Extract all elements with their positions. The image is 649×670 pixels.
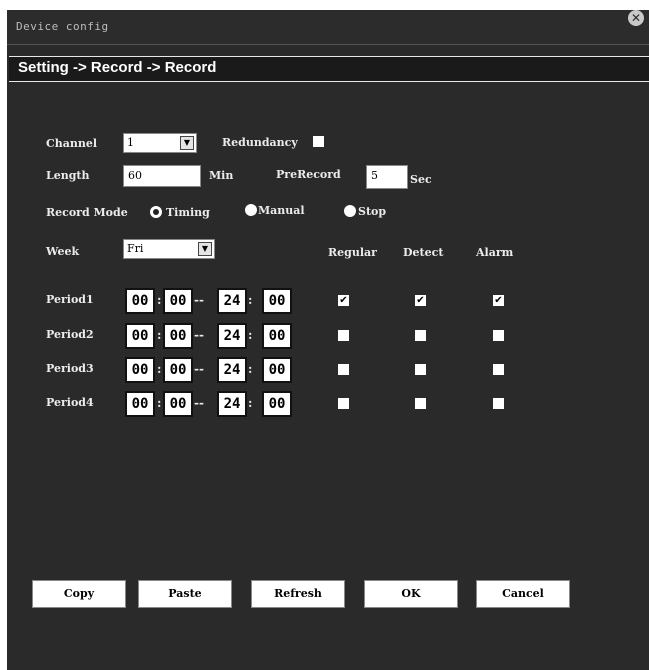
paste-button[interactable]: Paste <box>138 580 232 608</box>
chevron-down-icon[interactable]: ▼ <box>180 136 194 150</box>
length-label: Length <box>46 169 90 182</box>
range-separator: -- <box>194 396 204 410</box>
timing-radio[interactable] <box>150 206 162 218</box>
regular-checkbox[interactable] <box>338 398 349 409</box>
detect-column-header: Detect <box>403 246 444 259</box>
range-separator: -- <box>194 362 204 376</box>
detect-checkbox[interactable]: ✔ <box>415 295 426 306</box>
detect-checkbox[interactable] <box>415 398 426 409</box>
start-minute-input[interactable]: 00 <box>163 323 193 349</box>
cancel-button[interactable]: Cancel <box>476 580 570 608</box>
time-separator: : <box>248 328 253 342</box>
redundancy-checkbox[interactable] <box>313 136 324 147</box>
prerecord-label: PreRecord <box>276 168 341 181</box>
manual-label: Manual <box>258 204 305 217</box>
start-minute-input[interactable]: 00 <box>163 288 193 314</box>
regular-checkbox[interactable]: ✔ <box>338 295 349 306</box>
stop-label: Stop <box>358 205 387 218</box>
copy-button[interactable]: Copy <box>32 580 126 608</box>
time-separator: : <box>248 362 253 376</box>
alarm-checkbox[interactable]: ✔ <box>493 295 504 306</box>
alarm-column-header: Alarm <box>476 246 514 259</box>
regular-checkbox[interactable] <box>338 330 349 341</box>
refresh-button[interactable]: Refresh <box>251 580 345 608</box>
period-label: Period2 <box>46 328 94 341</box>
channel-value: 1 <box>127 136 134 149</box>
period-label: Period1 <box>46 293 94 306</box>
start-hour-input[interactable]: 00 <box>125 323 155 349</box>
stop-radio[interactable] <box>344 205 356 217</box>
week-label: Week <box>46 245 80 258</box>
period-label: Period4 <box>46 396 94 409</box>
chevron-down-icon[interactable]: ▼ <box>198 242 212 256</box>
detect-checkbox[interactable] <box>415 330 426 341</box>
title-bar: Device config <box>7 10 649 45</box>
end-minute-input[interactable]: 00 <box>262 323 292 349</box>
alarm-checkbox[interactable] <box>493 364 504 375</box>
timing-label: Timing <box>166 206 210 219</box>
detect-checkbox[interactable] <box>415 364 426 375</box>
end-hour-input[interactable]: 24 <box>217 288 247 314</box>
range-separator: -- <box>194 328 204 342</box>
device-config-window: Device config Setting -> Record -> Recor… <box>7 10 649 670</box>
time-separator: : <box>248 293 253 307</box>
regular-checkbox[interactable] <box>338 364 349 375</box>
time-separator: : <box>248 396 253 410</box>
week-select[interactable]: Fri ▼ <box>123 239 215 259</box>
channel-label: Channel <box>46 137 98 150</box>
time-separator: : <box>157 328 162 342</box>
end-hour-input[interactable]: 24 <box>217 391 247 417</box>
redundancy-label: Redundancy <box>222 136 298 149</box>
time-separator: : <box>157 362 162 376</box>
breadcrumb-text: Setting -> Record -> Record <box>18 59 217 76</box>
alarm-checkbox[interactable] <box>493 398 504 409</box>
manual-radio[interactable] <box>245 204 257 216</box>
regular-column-header: Regular <box>328 246 377 259</box>
record-mode-label: Record Mode <box>46 206 128 219</box>
start-hour-input[interactable]: 00 <box>125 288 155 314</box>
prerecord-unit: Sec <box>410 173 432 186</box>
close-icon[interactable]: ✕ <box>628 10 644 26</box>
end-minute-input[interactable]: 00 <box>262 288 292 314</box>
prerecord-input[interactable]: 5 <box>366 165 408 189</box>
end-minute-input[interactable]: 00 <box>262 391 292 417</box>
length-unit: Min <box>209 169 234 182</box>
range-separator: -- <box>194 293 204 307</box>
start-minute-input[interactable]: 00 <box>163 391 193 417</box>
time-separator: : <box>157 396 162 410</box>
channel-select[interactable]: 1 ▼ <box>123 133 197 153</box>
start-hour-input[interactable]: 00 <box>125 357 155 383</box>
breadcrumb: Setting -> Record -> Record <box>9 56 649 82</box>
period-label: Period3 <box>46 362 94 375</box>
start-minute-input[interactable]: 00 <box>163 357 193 383</box>
length-input[interactable]: 60 <box>123 165 201 187</box>
end-minute-input[interactable]: 00 <box>262 357 292 383</box>
week-value: Fri <box>127 242 144 255</box>
end-hour-input[interactable]: 24 <box>217 323 247 349</box>
window-title: Device config <box>16 20 109 33</box>
alarm-checkbox[interactable] <box>493 330 504 341</box>
time-separator: : <box>157 293 162 307</box>
ok-button[interactable]: OK <box>364 580 458 608</box>
start-hour-input[interactable]: 00 <box>125 391 155 417</box>
end-hour-input[interactable]: 24 <box>217 357 247 383</box>
